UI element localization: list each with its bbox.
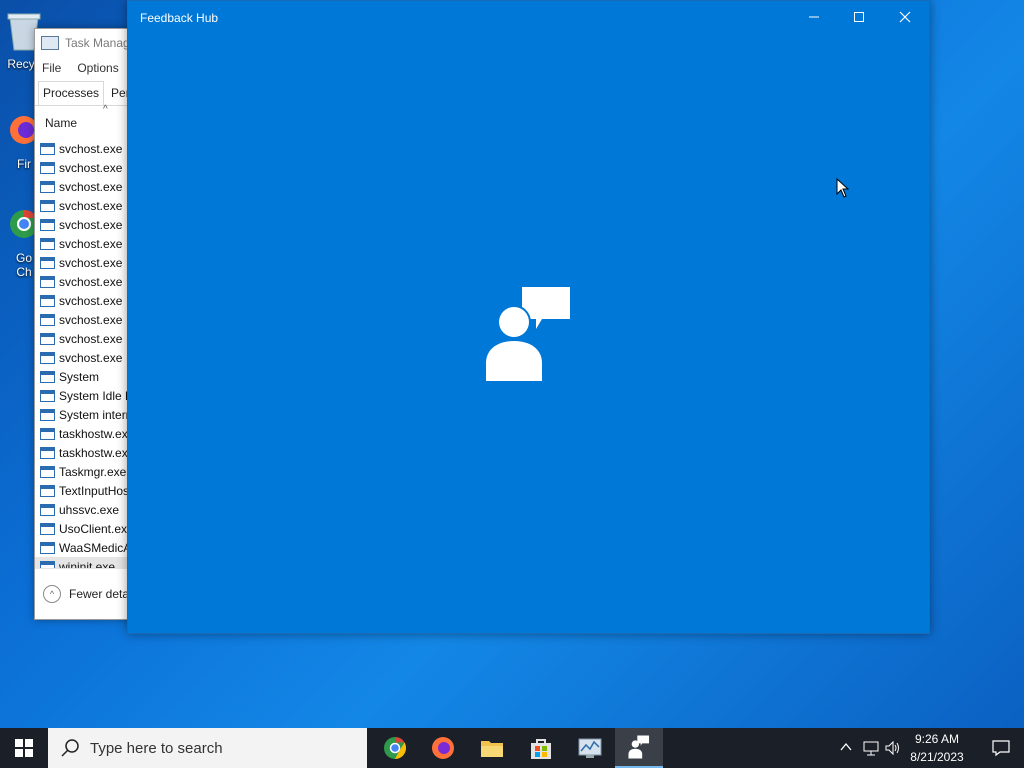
process-icon — [40, 275, 55, 288]
task-manager-icon — [578, 738, 602, 758]
process-icon — [40, 237, 55, 250]
process-name: svchost.exe — [59, 331, 123, 346]
taskbar-feedback-hub[interactable] — [615, 728, 663, 768]
process-icon — [40, 332, 55, 345]
close-button[interactable] — [882, 1, 928, 33]
process-name: taskhostw.exe — [59, 445, 135, 460]
minimize-button[interactable] — [791, 1, 837, 33]
process-name: System interr — [59, 407, 130, 422]
taskbar-file-explorer[interactable] — [468, 728, 516, 768]
tab-processes[interactable]: Processes — [38, 81, 105, 105]
process-icon — [40, 408, 55, 421]
action-center-button[interactable] — [978, 728, 1024, 768]
process-name: svchost.exe — [59, 179, 123, 194]
process-name: svchost.exe — [59, 350, 123, 365]
chrome-icon — [384, 737, 406, 759]
notification-icon — [992, 740, 1010, 757]
chevron-up-icon — [840, 742, 852, 751]
taskbar: Type here to search 9:26 AM 8/21/2023 — [0, 728, 1024, 768]
process-icon — [40, 161, 55, 174]
process-icon — [40, 503, 55, 516]
task-manager-icon — [41, 36, 59, 50]
search-icon — [61, 739, 79, 757]
taskbar-search-box[interactable]: Type here to search — [48, 728, 367, 768]
search-placeholder: Type here to search — [90, 739, 223, 757]
process-icon — [40, 522, 55, 535]
network-button[interactable] — [862, 740, 880, 759]
feedback-hub-title: Feedback Hub — [140, 11, 219, 25]
process-icon — [40, 142, 55, 155]
taskbar-clock[interactable]: 9:26 AM 8/21/2023 — [900, 730, 974, 766]
start-button[interactable] — [0, 728, 48, 768]
process-name: WaaSMedicA — [59, 540, 132, 555]
close-icon — [899, 11, 911, 23]
process-name: svchost.exe — [59, 198, 123, 213]
minimize-icon — [809, 16, 819, 18]
process-name: svchost.exe — [59, 293, 123, 308]
process-name: System — [59, 369, 100, 384]
sort-ascending-icon: ^ — [103, 104, 108, 115]
maximize-button[interactable] — [836, 1, 882, 33]
process-name: TextInputHos — [59, 483, 130, 498]
process-icon — [40, 180, 55, 193]
process-name: svchost.exe — [59, 141, 123, 156]
process-name: svchost.exe — [59, 255, 123, 270]
process-icon — [40, 351, 55, 364]
windows-logo-icon — [15, 739, 33, 757]
process-name: UsoClient.exe — [59, 521, 134, 536]
network-icon — [863, 741, 879, 756]
firefox-icon — [432, 737, 454, 759]
process-name: System Idle P — [59, 388, 134, 403]
process-icon — [40, 313, 55, 326]
process-icon — [40, 389, 55, 402]
process-icon — [40, 446, 55, 459]
maximize-icon — [854, 12, 864, 22]
taskbar-firefox[interactable] — [419, 728, 467, 768]
process-name: uhssvc.exe — [59, 502, 120, 517]
task-manager-title: Task Manag — [65, 36, 130, 50]
clock-date: 8/21/2023 — [910, 750, 964, 764]
feedback-hub-icon — [628, 735, 650, 759]
process-icon — [40, 294, 55, 307]
show-hidden-icons-button[interactable] — [839, 740, 853, 757]
process-icon — [40, 465, 55, 478]
store-bag-icon — [531, 739, 551, 759]
feedback-hub-window[interactable]: Feedback Hub — [127, 0, 930, 634]
process-name: svchost.exe — [59, 217, 123, 232]
process-icon — [40, 427, 55, 440]
process-name: svchost.exe — [59, 312, 123, 327]
process-icon — [40, 199, 55, 212]
process-icon — [40, 370, 55, 383]
folder-icon — [481, 741, 503, 757]
taskbar-chrome[interactable] — [371, 728, 419, 768]
clock-time: 9:26 AM — [914, 732, 960, 746]
process-icon — [40, 256, 55, 269]
menu-file[interactable]: File — [42, 61, 61, 75]
process-name: svchost.exe — [59, 274, 123, 289]
taskbar-task-manager[interactable] — [566, 728, 614, 768]
fewer-details-label: Fewer detai — [69, 587, 132, 601]
column-header-label: Name — [45, 116, 78, 130]
process-name: taskhostw.exe — [59, 426, 135, 441]
process-icon — [40, 218, 55, 231]
menu-options[interactable]: Options — [77, 61, 118, 75]
process-name: Taskmgr.exe — [59, 464, 127, 479]
feedback-hub-logo-icon — [486, 287, 570, 381]
process-icon — [40, 484, 55, 497]
process-name: svchost.exe — [59, 236, 123, 251]
mouse-cursor-icon — [836, 178, 850, 198]
chevron-up-circle-icon: ^ — [43, 585, 61, 603]
process-name: svchost.exe — [59, 160, 123, 175]
taskbar-store[interactable] — [517, 728, 565, 768]
process-icon — [40, 541, 55, 554]
feedback-hub-titlebar[interactable]: Feedback Hub — [128, 1, 929, 33]
